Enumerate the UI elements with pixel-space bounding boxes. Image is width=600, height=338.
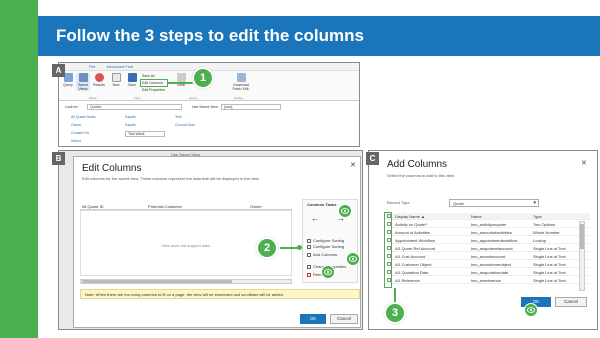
column-header[interactable]: Potential Customer: [148, 204, 182, 209]
edit-columns-dialog: Edit Columns ✕ Edit columns for the save…: [73, 156, 361, 328]
eye-icon: [346, 252, 360, 266]
eye-icon: [321, 265, 335, 279]
use-saved-view-label: Use Saved View:: [192, 105, 219, 109]
dialog-title: Add Columns: [387, 159, 448, 170]
step-2-marker: 2: [256, 237, 278, 259]
sort-icon: [307, 244, 311, 249]
table-row[interactable]: Amount of Activities hso_amountofactiviti…: [385, 229, 590, 236]
column-header[interactable]: All Quote ID: [82, 204, 104, 209]
scrollbar-thumb[interactable]: [82, 280, 232, 283]
note-banner: Note: When there are too many columns to…: [80, 289, 360, 299]
step-1-connector: [168, 82, 192, 84]
chevron-down-icon: ▾: [533, 200, 536, 206]
clear-button[interactable]: Clear: [174, 73, 188, 87]
checkbox-column-highlight: [384, 212, 392, 288]
edit-properties-button[interactable]: Edit Properties: [142, 88, 165, 92]
column-header[interactable]: Display Name ▲: [395, 213, 425, 220]
table-row[interactable]: Appointment Workflow hso_appointmentworkf…: [385, 237, 590, 244]
group-show: Show: [89, 96, 97, 100]
columns-grid-header: All Quote ID Potential Customer Owner: [80, 203, 292, 210]
dialog-subtitle: Edit columns for the saved view. These c…: [82, 176, 260, 181]
column-header[interactable]: Owner: [250, 204, 262, 209]
cancel-button[interactable]: Cancel: [555, 297, 587, 307]
tab-advanced-find[interactable]: Advanced Find: [106, 64, 133, 69]
group-view: View: [134, 96, 141, 100]
page-title: Follow the 3 steps to edit the columns: [56, 26, 364, 45]
eraser-icon: [176, 73, 186, 82]
results-icon: [94, 73, 104, 82]
table-row[interactable]: AX Reference hso_axreference Single Line o…: [385, 277, 590, 284]
saved-views-button[interactable]: Saved Views: [76, 73, 90, 91]
close-icon[interactable]: ✕: [581, 159, 587, 167]
table-row[interactable]: AX Cust Account hso_axcustaccount Single L…: [385, 253, 590, 260]
common-tasks-heading: Common Tasks: [307, 202, 337, 207]
add-columns-link[interactable]: Add Columns: [307, 252, 337, 257]
save-icon: [127, 73, 137, 82]
group-debug: Debug: [234, 96, 243, 100]
panel-a-label: A: [52, 64, 65, 77]
look-for-label: Look for:: [65, 105, 79, 109]
step-3-connector: [394, 288, 396, 302]
dialog-title: Edit Columns: [82, 163, 142, 174]
group-query: Query: [189, 96, 198, 100]
new-button[interactable]: New: [109, 73, 123, 87]
edit-columns-highlight: [140, 79, 168, 87]
properties-icon: [307, 264, 311, 269]
ok-button[interactable]: OK: [300, 314, 326, 324]
remove-icon: [307, 272, 311, 277]
table-row[interactable]: AX Quotation Date hso_axquotationdate Sing…: [385, 269, 590, 276]
download-icon: [236, 73, 246, 82]
eye-icon: [524, 303, 538, 317]
record-type-label: Record Type: [387, 200, 410, 205]
table-row[interactable]: AX Customer Object hso_axcustomerobject Si…: [385, 261, 590, 268]
scrollbar-thumb[interactable]: [580, 224, 584, 249]
title-banner: Follow the 3 steps to edit the columns: [38, 16, 600, 56]
criteria-row[interactable]: Created On This Week: [65, 131, 345, 139]
tab-file[interactable]: File: [89, 64, 95, 69]
step-2-connector: [280, 247, 298, 249]
download-fetch-xml-button[interactable]: Download Fetch XML: [229, 73, 253, 91]
step-3-marker: 3: [384, 302, 406, 324]
move-left-icon[interactable]: ←: [311, 214, 319, 223]
record-type-select[interactable]: Quote ▾: [449, 199, 539, 207]
configure-sorting-link-2[interactable]: Configure Sorting: [307, 244, 344, 249]
eye-icon: [338, 204, 352, 218]
table-row[interactable]: Activity on Quote? hso_activityonquote Two…: [385, 221, 590, 228]
column-header[interactable]: Type: [533, 213, 542, 220]
column-header[interactable]: Name: [471, 213, 482, 220]
step-1-marker: 1: [192, 67, 214, 89]
panel-c-add-columns: Add Columns ✕ Select the columns to add …: [368, 150, 598, 330]
configure-sorting-link[interactable]: Configure Sorting: [307, 238, 344, 243]
save-as-button[interactable]: Save As: [142, 74, 155, 78]
save-button[interactable]: Save: [125, 73, 139, 87]
criteria-row[interactable]: Select: [65, 139, 345, 146]
horizontal-scrollbar[interactable]: [80, 279, 292, 284]
look-for-select[interactable]: Quotes: [87, 104, 182, 110]
vertical-scrollbar[interactable]: [579, 221, 585, 291]
panel-b-label: B: [52, 152, 65, 165]
table-header: Display Name ▲ Name Type: [385, 213, 590, 220]
sort-icon: [307, 238, 311, 243]
new-icon: [111, 73, 121, 82]
dialog-subtitle: Select the columns to add to this view.: [387, 173, 455, 178]
use-saved-view-select[interactable]: [new]: [221, 104, 281, 110]
criteria-row[interactable]: Owner Equals Current User: [65, 123, 345, 131]
panel-b-edit-columns: Use Saved View Edit Columns ✕ Edit colum…: [58, 150, 363, 330]
close-icon[interactable]: ✕: [350, 161, 356, 169]
table-row[interactable]: AS Quote Ref Account hso_asquoterefaccoun…: [385, 245, 590, 252]
saved-views-icon: [78, 73, 88, 82]
left-accent-bar: [0, 0, 38, 338]
panel-c-label: C: [366, 152, 379, 165]
criteria-row[interactable]: All Quote Notes Equals Text: [65, 115, 345, 123]
add-columns-icon: [307, 252, 311, 257]
cancel-button[interactable]: Cancel: [330, 314, 358, 324]
results-button[interactable]: Results: [92, 73, 106, 87]
